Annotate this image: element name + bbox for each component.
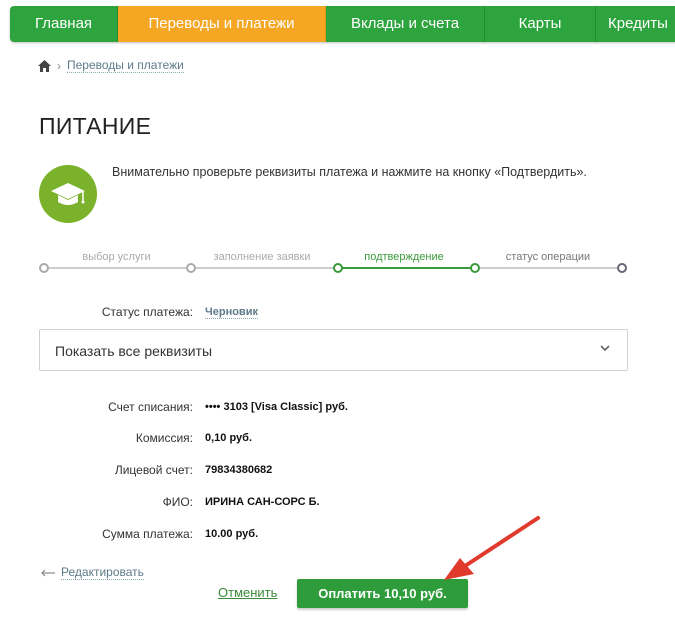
breadcrumb: › Переводы и платежи [38, 58, 184, 73]
detail-label-name: ФИО: [162, 495, 193, 509]
edit-link-label: Редактировать [61, 565, 144, 580]
nav-item-credits[interactable]: Кредиты [596, 6, 675, 42]
step-label-select-service: выбор услуги [82, 251, 151, 263]
main-nav: Главная Переводы и платежи Вклады и счет… [10, 6, 675, 42]
step-dot-4 [470, 263, 480, 273]
home-icon[interactable] [38, 59, 51, 72]
nav-item-transfers[interactable]: Переводы и платежи [118, 6, 326, 42]
detail-value-name: ИРИНА САН-СОРС Б. [205, 496, 320, 508]
detail-value-amount: 10.00 руб. [205, 528, 259, 540]
chevron-right-icon: › [57, 58, 61, 73]
nav-item-home[interactable]: Главная [10, 6, 118, 42]
detail-label-commission: Комиссия: [135, 431, 193, 445]
arrow-left-icon [41, 569, 55, 576]
status-label: Статус платежа: [101, 305, 193, 319]
page-title: ПИТАНИЕ [39, 113, 152, 139]
edit-link[interactable]: Редактировать [41, 565, 144, 580]
detail-label-account: Счет списания: [108, 400, 193, 414]
annotation-arrow-icon [444, 516, 540, 580]
step-dot-3 [333, 263, 343, 273]
step-label-fill-form: заполнение заявки [213, 251, 311, 263]
graduation-cap-icon [39, 165, 97, 223]
detail-label-personal-account: Лицевой счет: [114, 463, 193, 477]
pay-button[interactable]: Оплатить 10,10 руб. [297, 579, 468, 608]
step-dot-5 [617, 263, 627, 273]
step-dot-2 [186, 263, 196, 273]
chevron-down-icon [600, 345, 610, 352]
detail-value-commission: 0,10 руб. [205, 432, 253, 444]
detail-label-amount: Сумма платежа: [102, 527, 193, 541]
detail-value-account: •••• 3103 [Visa Classic] руб. [205, 401, 348, 413]
show-details-dropdown[interactable]: Показать все реквизиты [39, 329, 628, 371]
show-details-label: Показать все реквизиты [55, 343, 213, 359]
detail-value-personal-account: 79834380682 [205, 464, 273, 476]
step-line-current [337, 267, 474, 269]
cancel-link[interactable]: Отменить [218, 585, 277, 600]
step-dot-1 [39, 263, 49, 273]
progress-steps: выбор услуги заполнение заявки подтвержд… [39, 248, 627, 278]
confirm-notice: Внимательно проверьте реквизиты платежа … [112, 165, 587, 179]
nav-item-cards[interactable]: Карты [485, 6, 596, 42]
nav-item-deposits[interactable]: Вклады и счета [326, 6, 485, 42]
step-line-future [474, 267, 622, 269]
step-label-status: статус операции [505, 251, 591, 263]
breadcrumb-link-transfers[interactable]: Переводы и платежи [67, 58, 184, 73]
step-label-confirm: подтверждение [364, 251, 444, 263]
status-badge[interactable]: Черновик [205, 306, 258, 319]
